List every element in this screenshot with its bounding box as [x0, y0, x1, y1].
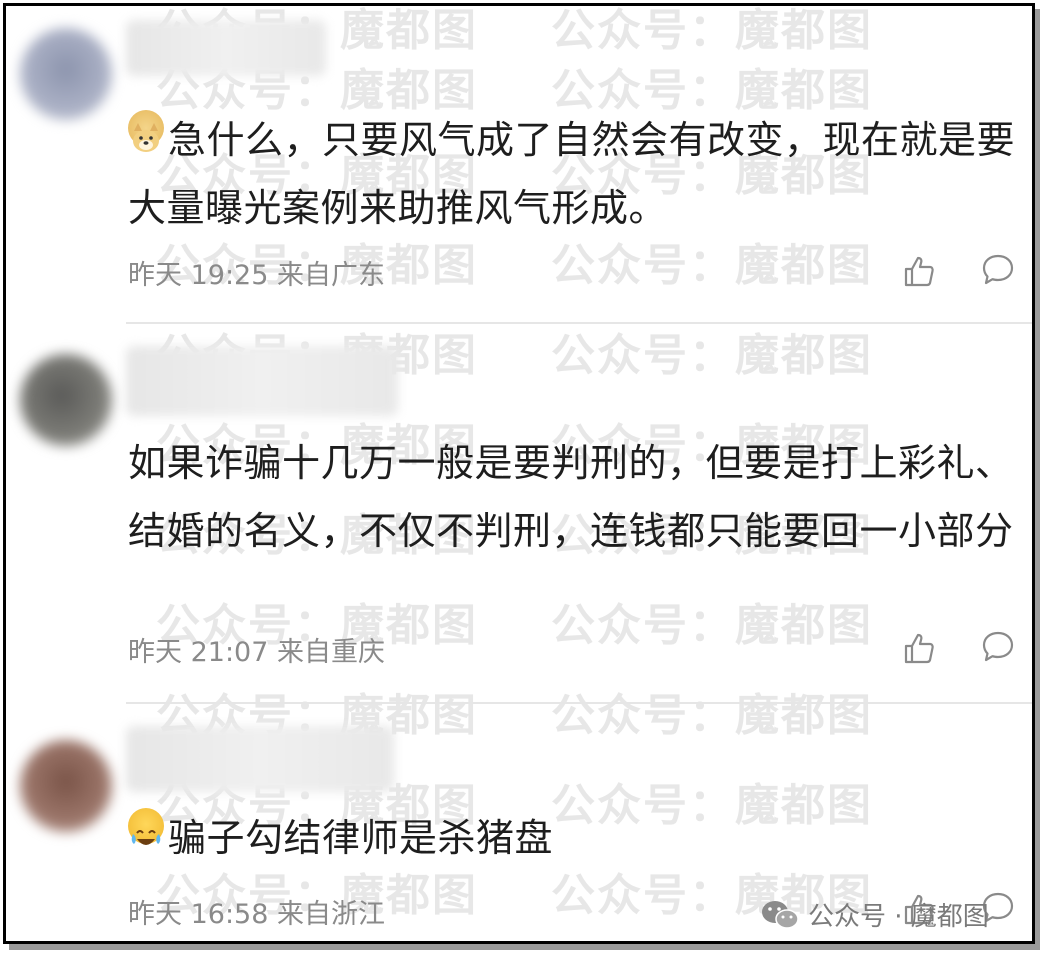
username-blurred[interactable] — [126, 20, 326, 76]
source-badge: 公众号 · 魔都图 — [760, 896, 989, 933]
comment-body: 骗子勾结律师是杀猪盘 — [168, 816, 554, 860]
comment-meta: 昨天 16:58 来自浙江 — [128, 899, 385, 930]
avatar[interactable] — [20, 740, 112, 832]
comment-text: 急什么，只要风气成了自然会有改变，现在就是要大量曝光案例来助推风气形成。 — [128, 106, 1023, 242]
comment-item: 如果诈骗十几万一般是要判刑的，但要是打上彩礼、结婚的名义，不仅不判刑，连钱都只能… — [6, 324, 1032, 702]
comment-screenshot: 公众号：魔都图 公众号：魔都图 公众号：魔都图 公众号：魔都图 公众号：魔都图 … — [3, 3, 1035, 944]
like-icon[interactable] — [902, 254, 936, 288]
avatar[interactable] — [20, 354, 112, 446]
doge-emoji — [128, 110, 164, 152]
username-blurred[interactable] — [126, 726, 394, 792]
comment-icon[interactable] — [981, 629, 1015, 663]
badge-label: 公众号 · 魔都图 — [808, 902, 989, 932]
comment-text: 如果诈骗十几万一般是要判刑的，但要是打上彩礼、结婚的名义，不仅不判刑，连钱都只能… — [128, 441, 1014, 553]
comment-meta: 昨天 19:25 来自广东 — [128, 260, 385, 291]
comment-item: 急什么，只要风气成了自然会有改变，现在就是要大量曝光案例来助推风气形成。 昨天 … — [6, 6, 1032, 322]
comment-icon[interactable] — [981, 252, 1015, 286]
username-blurred[interactable] — [126, 346, 398, 416]
frame-shadow — [9, 944, 1040, 950]
frame-shadow — [1035, 9, 1040, 950]
comment-meta: 昨天 21:07 来自重庆 — [128, 637, 385, 668]
laugh-cry-emoji — [128, 808, 164, 845]
comment-body: 急什么，只要风气成了自然会有改变，现在就是要大量曝光案例来助推风气形成。 — [128, 118, 1016, 230]
comment-text: 骗子勾结律师是杀猪盘 — [128, 804, 1023, 872]
wechat-icon — [762, 900, 799, 929]
like-icon[interactable] — [902, 631, 936, 665]
avatar[interactable] — [20, 28, 112, 120]
